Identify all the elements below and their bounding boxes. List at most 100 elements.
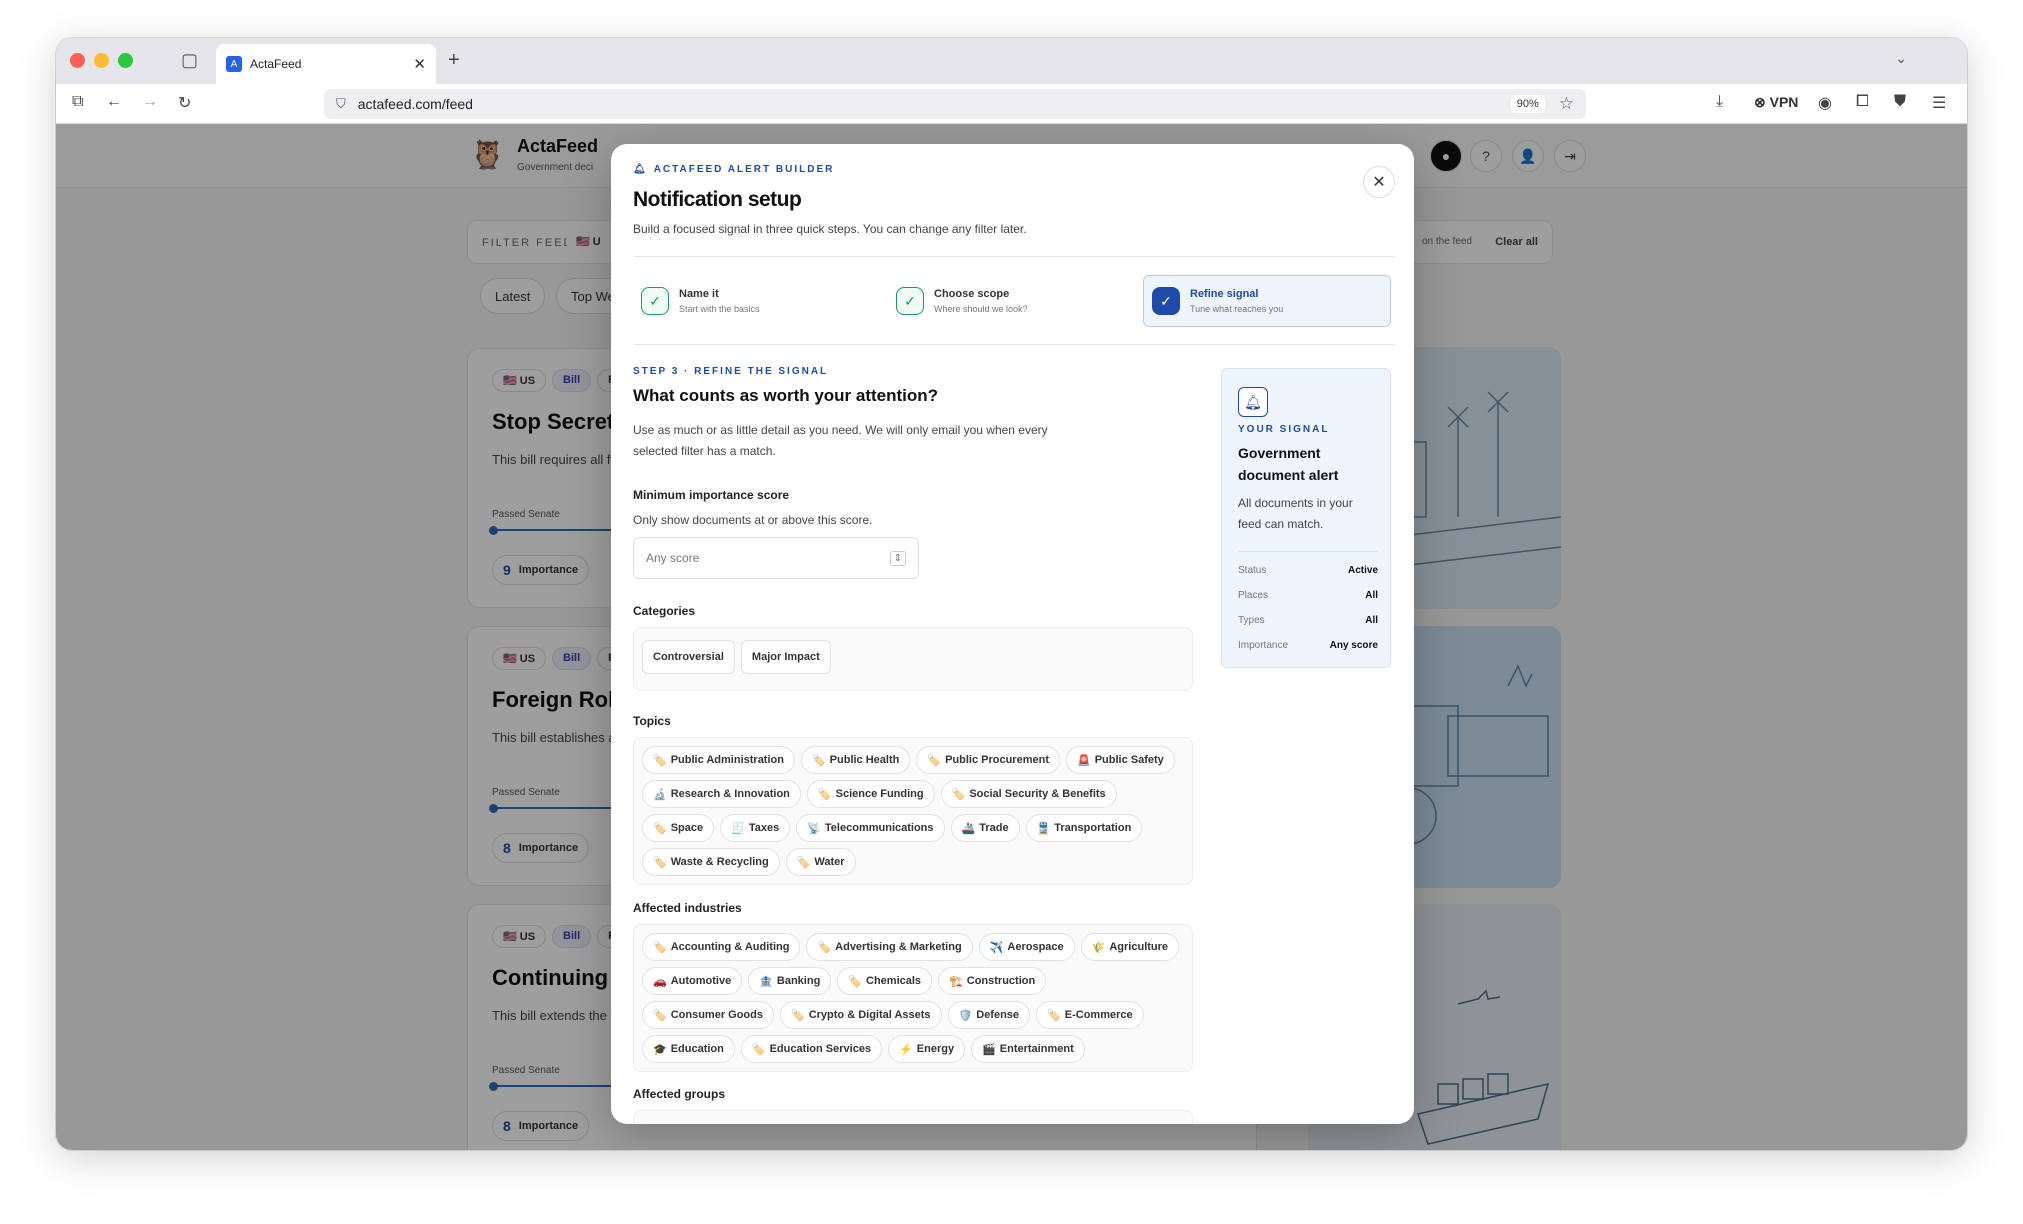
industry-chip[interactable]: 🏷️ Accounting & Auditing (642, 933, 801, 961)
topic-chip[interactable]: 📡 Telecommunications (796, 814, 945, 842)
chip-label: Automotive (670, 975, 732, 987)
bookmark-star-icon[interactable]: ☆ (1559, 94, 1574, 114)
vpn-label: VPN (1769, 94, 1799, 110)
min-score-select[interactable]: Any score ⇕ (633, 537, 919, 579)
industry-chip[interactable]: 🏷️ Advertising & Marketing (806, 933, 973, 961)
industry-chip[interactable]: 🎬 Entertainment (971, 1035, 1085, 1063)
download-icon[interactable]: ⤓ (1716, 93, 1723, 111)
address-bar[interactable]: ⛉ actafeed.com/feed 90% ☆ (324, 89, 1586, 119)
chip-label: Transportation (1054, 822, 1132, 834)
close-window-button[interactable] (70, 53, 85, 68)
topic-chip[interactable]: 🏷️ Science Funding (806, 780, 935, 808)
receipt-icon: 🧾 (731, 822, 745, 835)
back-icon[interactable]: ← (106, 93, 122, 111)
chip-label: Energy (916, 1043, 955, 1055)
forward-icon[interactable]: → (142, 93, 158, 111)
zoom-level[interactable]: 90% (1510, 95, 1545, 113)
industry-chip[interactable]: 🏷️ Education Services (740, 1035, 883, 1063)
tag-icon: 🏷️ (791, 1009, 805, 1022)
industry-chip[interactable]: 🚗 Automotive (642, 967, 743, 995)
row-key: Status (1238, 565, 1267, 576)
topic-chip[interactable]: 🏷️ Social Security & Benefits (940, 780, 1117, 808)
graduation-cap-icon: 🎓 (653, 1043, 667, 1056)
car-icon: 🚗 (653, 975, 667, 988)
tab-overview-icon[interactable]: ▢ (181, 50, 198, 71)
signal-summary-panel: 🔔︎ YOUR SIGNAL Government document alert… (1221, 368, 1391, 668)
industries-panel: 🏷️ Accounting & Auditing 🏷️ Advertising & … (633, 924, 1193, 1072)
category-chip[interactable]: Controversial (642, 640, 735, 674)
extensions-icon[interactable]: ⧠ (1856, 93, 1869, 111)
clapperboard-icon: 🎬 (982, 1043, 996, 1056)
chip-label: Chemicals (866, 975, 922, 987)
tab-list-chevron-icon[interactable]: ⌄ (1895, 50, 1907, 67)
tag-icon: 🏷️ (796, 856, 811, 869)
topic-chip[interactable]: 🚆 Transportation (1025, 814, 1143, 842)
industry-chip[interactable]: 🏦 Banking (748, 967, 832, 995)
row-key: Types (1238, 615, 1265, 626)
row-value: All (1365, 615, 1378, 626)
chip-label: Research & Innovation (670, 788, 790, 800)
topic-chip[interactable]: 🏷️ Public Procurement (916, 746, 1060, 774)
topic-chip[interactable]: 🧾 Taxes (720, 814, 791, 842)
tag-icon: 🏷️ (817, 941, 832, 954)
topic-chip[interactable]: 🏷️ Space (642, 814, 715, 842)
industry-chip[interactable]: ✈️ Aerospace (978, 933, 1075, 961)
groups-label: Affected groups (633, 1087, 726, 1101)
step-refine-signal[interactable]: ✓ Refine signal Tune what reaches you (1143, 275, 1391, 327)
industry-chip[interactable]: 🏗️ Construction (938, 967, 1047, 995)
vpn-button[interactable]: ⊗ VPN (1754, 94, 1798, 111)
sidebar-icon[interactable]: ⧉ (72, 93, 83, 111)
shield-icon: 🛡️ (958, 1009, 973, 1022)
chip-label: Education Services (769, 1043, 872, 1055)
tag-icon: 🏷️ (653, 1009, 667, 1022)
chip-label: Agriculture (1109, 941, 1169, 953)
industry-chip[interactable]: 🏷️ Consumer Goods (642, 1001, 774, 1029)
industry-chip[interactable]: 🏷️ Crypto & Digital Assets (780, 1001, 942, 1029)
url-text[interactable]: actafeed.com/feed (358, 96, 1511, 112)
check-circle-icon: ✓ (896, 287, 924, 315)
actafeed-favicon: A (226, 56, 242, 72)
browser-window: ▢ A ActaFeed ✕ + ⌄ ⧉ ← → ↻ ⛉ actafeed.co… (56, 38, 1967, 1150)
menu-icon[interactable]: ☰ (1932, 93, 1946, 113)
topic-chip[interactable]: 🏷️ Waste & Recycling (642, 848, 780, 876)
tab-close-icon[interactable]: ✕ (413, 55, 426, 73)
bank-icon: 🏦 (759, 975, 773, 988)
browser-tab-actafeed[interactable]: A ActaFeed ✕ (216, 44, 436, 84)
maximize-window-button[interactable] (118, 53, 133, 68)
chip-label: E-Commerce (1064, 1009, 1133, 1021)
chip-label: Education (670, 1043, 724, 1055)
shield-extension-icon[interactable]: ⛊ (1894, 93, 1906, 111)
signal-row-places: Places All (1238, 590, 1378, 601)
chip-label: Social Security & Benefits (969, 788, 1106, 800)
account-icon[interactable]: ◉ (1818, 93, 1832, 113)
topic-chip[interactable]: 🏷️ Public Health (800, 746, 911, 774)
industry-chip[interactable]: 🎓 Education (642, 1035, 735, 1063)
step-desc: Tune what reaches you (1190, 304, 1284, 314)
industry-chip[interactable]: 🏷️ Chemicals (837, 967, 933, 995)
categories-panel: Controversial Major Impact (633, 627, 1193, 691)
chip-label: Banking (776, 975, 821, 987)
reload-icon[interactable]: ↻ (178, 93, 191, 113)
industry-chip[interactable]: 🌾 Agriculture (1080, 933, 1180, 961)
chip-label: Entertainment (999, 1043, 1074, 1055)
topic-chip[interactable]: 🔬 Research & Innovation (642, 780, 801, 808)
signal-row-status: Status Active (1238, 565, 1378, 576)
close-modal-button[interactable]: ✕ (1363, 166, 1395, 198)
topic-chip[interactable]: 🏷️ Public Administration (642, 746, 795, 774)
siren-icon: 🚨 (1076, 754, 1091, 767)
new-tab-icon[interactable]: + (448, 49, 460, 72)
topic-chip[interactable]: 🚨 Public Safety (1065, 746, 1175, 774)
topics-label: Topics (633, 714, 671, 728)
category-chip[interactable]: Major Impact (740, 640, 831, 674)
topic-chip[interactable]: 🚢 Trade (950, 814, 1020, 842)
industry-chip[interactable]: 🏷️ E-Commerce (1036, 1001, 1144, 1029)
train-icon: 🚆 (1036, 822, 1051, 835)
industry-chip[interactable]: 🛡️ Defense (947, 1001, 1031, 1029)
shield-icon[interactable]: ⛉ (336, 96, 346, 112)
chip-label: Aerospace (1007, 941, 1064, 953)
step-choose-scope[interactable]: ✓ Choose scope Where should we look? (888, 275, 1136, 327)
step-name-it[interactable]: ✓ Name it Start with the basics (633, 275, 881, 327)
industry-chip[interactable]: ⚡ Energy (888, 1035, 966, 1063)
minimize-window-button[interactable] (94, 53, 109, 68)
topic-chip[interactable]: 🏷️ Water (785, 848, 856, 876)
